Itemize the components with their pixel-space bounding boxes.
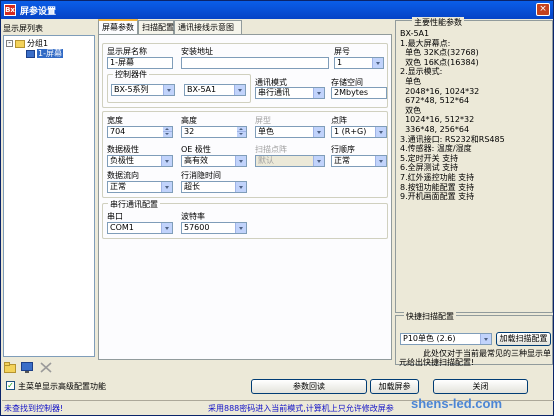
performance-title: 主要性能参数: [412, 17, 464, 28]
tab-wiring-diagram[interactable]: 通讯接线示意图: [174, 20, 242, 34]
model-select[interactable]: BX-5A1: [184, 84, 246, 96]
address-input[interactable]: [181, 57, 329, 69]
scan-select[interactable]: 默认: [255, 155, 325, 167]
load-params-button[interactable]: 加载屏参: [370, 379, 419, 394]
baud-select[interactable]: 57600: [181, 222, 247, 234]
scan-label: 扫描点阵: [255, 145, 287, 154]
screen-params-page: 显示屏名称 1-屏幕 安装地址 屏号 1 控制器件 BX-5系列 BX-5A1 …: [98, 34, 392, 360]
data-polarity-label: 数据极性: [107, 145, 139, 154]
data-dir-label: 数据流向: [107, 171, 139, 180]
blank-select[interactable]: 超长: [181, 181, 247, 193]
read-params-button[interactable]: 参数回读: [251, 379, 367, 394]
oe-label: OE 极性: [181, 145, 211, 154]
settings-window: Bx 屏参设置 × 显示屏列表 - 分组1 1-屏幕 屏幕参数 扫描配置 通讯接线…: [0, 0, 554, 416]
port-select[interactable]: COM1: [107, 222, 173, 234]
screen-name-input[interactable]: 1-屏幕: [107, 57, 173, 69]
tab-screen-params[interactable]: 屏幕参数: [98, 19, 138, 35]
color-select[interactable]: 单色: [255, 126, 325, 138]
oe-select[interactable]: 高有效: [181, 155, 247, 167]
chevron-down-icon: [313, 156, 324, 166]
screen-no-select[interactable]: 1: [334, 57, 384, 69]
basic-group: 显示屏名称 1-屏幕 安装地址 屏号 1 控制器件 BX-5系列 BX-5A1 …: [102, 43, 388, 108]
quick-scan-select[interactable]: P10单色 (2.6): [400, 333, 492, 345]
data-polarity-select[interactable]: 负极性: [107, 155, 173, 167]
width-stepper[interactable]: 704: [107, 126, 173, 138]
width-label: 宽度: [107, 116, 123, 125]
storage-input[interactable]: 2Mbytes: [331, 87, 387, 99]
series-select[interactable]: BX-5系列: [111, 84, 175, 96]
data-dir-select[interactable]: 正常: [107, 181, 173, 193]
height-label: 高度: [181, 116, 197, 125]
row-order-select[interactable]: 正常: [331, 155, 387, 167]
serial-group-title: 串行通讯配置: [108, 199, 160, 210]
chevron-down-icon: [161, 182, 172, 192]
close-icon[interactable]: ×: [536, 3, 550, 16]
chevron-down-icon: [372, 58, 383, 68]
screen-label: 1-屏幕: [37, 49, 63, 58]
screen-tree[interactable]: - 分组1 1-屏幕: [3, 35, 95, 357]
baud-label: 波特率: [181, 212, 205, 221]
display-group: 宽度 704 高度 32 屏型 单色 点阵 1 (R+G) 数据极性 负极性 O…: [102, 111, 388, 198]
app-icon: Bx: [4, 4, 16, 16]
color-label: 屏型: [255, 116, 271, 125]
performance-panel: 主要性能参数 BX-5A1 1.最大屏幕点: 单色 32K点(32768) 双色…: [395, 17, 553, 313]
folder-icon: [15, 39, 25, 48]
chevron-down-icon: [161, 156, 172, 166]
serial-group: 串行通讯配置 串口 COM1 波特率 57600: [102, 199, 388, 239]
quick-scan-panel: 快捷扫描配置 P10单色 (2.6) 加载扫描配置 此处仅对于当前最常见的三种显…: [395, 311, 553, 367]
controller-group-title: 控制器件: [113, 69, 149, 80]
tab-scan-config[interactable]: 扫描配置: [138, 20, 174, 34]
close-button[interactable]: 关闭: [433, 379, 528, 394]
quick-scan-note: 此处仅对于当前最常见的三种显示单元给出快捷扫描配置!: [399, 349, 551, 367]
port-label: 串口: [107, 212, 123, 221]
screen-list-header: 显示屏列表: [3, 24, 43, 33]
quick-scan-title: 快捷扫描配置: [404, 311, 456, 322]
load-scan-button[interactable]: 加载扫描配置: [496, 332, 551, 346]
chevron-down-icon: [375, 156, 386, 166]
chevron-down-icon: [480, 334, 491, 344]
height-stepper[interactable]: 32: [181, 126, 247, 138]
spin-down-icon[interactable]: [163, 132, 172, 137]
status-right: 采用888密码进入当前模式,计算机上只允许修改屏参: [208, 404, 394, 413]
row-order-label: 行顺序: [331, 145, 355, 154]
chevron-down-icon: [235, 156, 246, 166]
chevron-down-icon: [235, 223, 246, 233]
chevron-down-icon: [313, 88, 324, 98]
title-bar: Bx 屏参设置 ×: [1, 1, 553, 19]
chevron-down-icon: [234, 85, 245, 95]
group-label: 分组1: [27, 39, 49, 48]
tree-screen-node[interactable]: 1-屏幕: [24, 48, 63, 59]
chevron-down-icon: [375, 127, 386, 137]
chevron-down-icon: [163, 85, 174, 95]
watermark: shens-led.com: [411, 396, 503, 411]
comm-mode-select[interactable]: 串行通讯: [255, 87, 325, 99]
performance-info: BX-5A1 1.最大屏幕点: 单色 32K点(32768) 双色 16K点(1…: [400, 29, 505, 202]
open-folder-icon[interactable]: [4, 362, 16, 373]
add-screen-icon[interactable]: [21, 362, 33, 373]
monitor-icon: [26, 49, 35, 58]
chevron-down-icon: [235, 182, 246, 192]
delete-icon[interactable]: [40, 362, 52, 373]
advanced-config-label: 主菜单显示高级配置功能: [18, 382, 106, 391]
status-left: 未查找到控制器!: [4, 404, 64, 413]
chevron-down-icon: [313, 127, 324, 137]
controller-group: 控制器件 BX-5系列 BX-5A1: [107, 69, 251, 103]
window-title: 屏参设置: [20, 7, 57, 17]
spin-down-icon[interactable]: [237, 132, 246, 137]
advanced-config-checkbox[interactable]: ✓: [6, 381, 15, 390]
dot-label: 点阵: [331, 116, 347, 125]
collapse-icon[interactable]: -: [6, 40, 13, 47]
chevron-down-icon: [161, 223, 172, 233]
dot-select[interactable]: 1 (R+G): [331, 126, 387, 138]
blank-label: 行消隐时间: [181, 171, 221, 180]
name-label: 显示屏名称: [107, 47, 147, 56]
address-label: 安装地址: [181, 47, 213, 56]
screen-no-label: 屏号: [334, 47, 350, 56]
